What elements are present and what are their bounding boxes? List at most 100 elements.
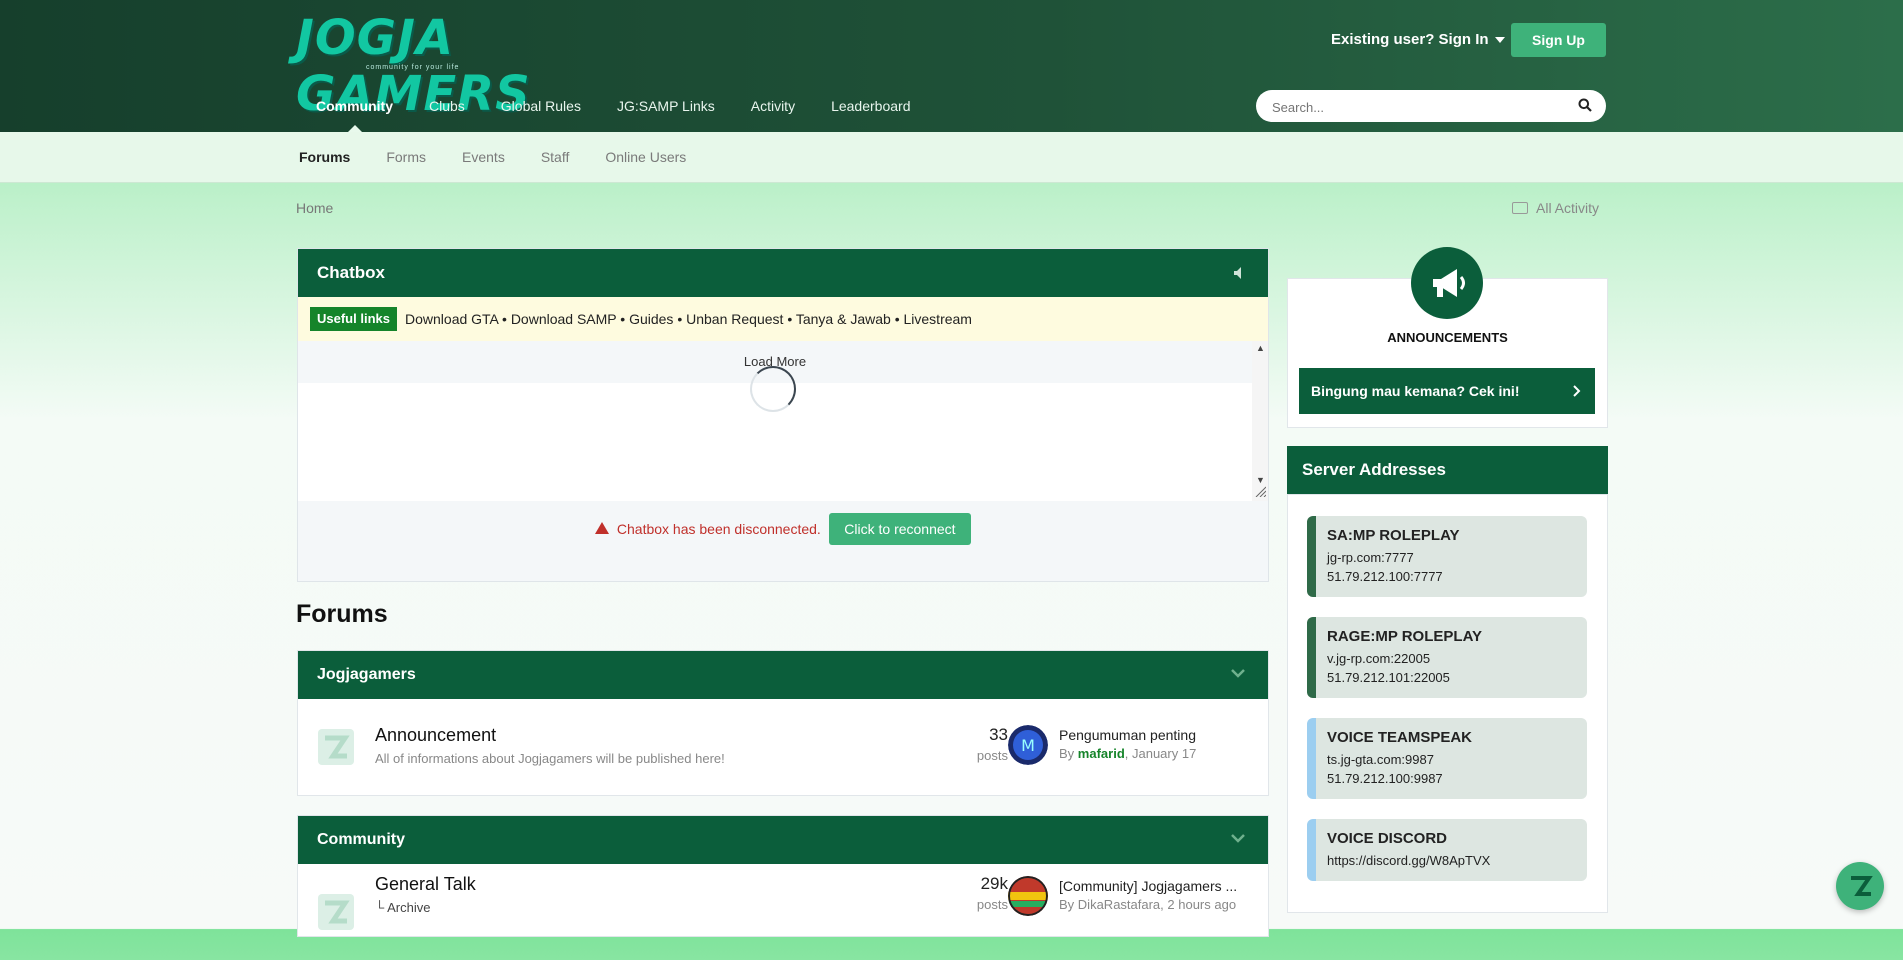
server-address: v.jg-rp.com:22005: [1327, 651, 1431, 666]
megaphone-icon: [1411, 247, 1483, 319]
last-post-date: , January 17: [1124, 746, 1197, 761]
category-title[interactable]: Jogjagamers: [317, 666, 416, 683]
server-ip: 51.79.212.100:9987: [1327, 771, 1443, 786]
post-count-value: 29k: [980, 874, 1008, 893]
chatbox-title: Chatbox: [317, 263, 385, 282]
subforum-branch-icon: └: [375, 900, 388, 915]
link-download-gta[interactable]: Download GTA: [405, 311, 498, 327]
activity-feed-icon: [1512, 202, 1528, 214]
subforum-label: Archive: [387, 900, 431, 915]
resize-handle-icon[interactable]: [1254, 485, 1266, 497]
server-address: jg-rp.com:7777: [1327, 550, 1414, 565]
chat-messages-area[interactable]: Load More: [298, 341, 1252, 501]
logo-tagline: community for your life: [366, 64, 460, 71]
category-header: Jogjagamers: [298, 651, 1268, 699]
reconnect-button[interactable]: Click to reconnect: [829, 513, 971, 545]
last-post-title[interactable]: [Community] Jogjagamers ...: [1059, 878, 1257, 894]
chat-scrollbar[interactable]: ▲ ▼: [1252, 341, 1268, 501]
subnav-events[interactable]: Events: [462, 132, 505, 182]
last-post-date: , 2 hours ago: [1160, 897, 1237, 912]
scroll-down-arrow-icon[interactable]: ▼: [1256, 475, 1265, 485]
server-name: VOICE TEAMSPEAK: [1327, 729, 1473, 746]
last-post-author[interactable]: mafarid: [1078, 746, 1125, 761]
search-input[interactable]: [1270, 90, 1564, 124]
search-icon[interactable]: [1578, 98, 1592, 112]
post-count-value: 33: [989, 725, 1008, 744]
chevron-down-icon[interactable]: [1230, 833, 1246, 843]
main-nav: Community Clubs Global Rules JG:SAMP Lin…: [298, 86, 928, 132]
nav-leaderboard[interactable]: Leaderboard: [813, 86, 928, 132]
link-guides[interactable]: Guides: [629, 311, 673, 327]
forum-title[interactable]: General Talk: [375, 874, 476, 895]
avatar[interactable]: M: [1008, 725, 1048, 765]
caret-down-icon: [1494, 37, 1505, 44]
subnav-staff[interactable]: Staff: [541, 132, 570, 182]
announcement-button[interactable]: Bingung mau kemana? Cek ini!: [1299, 368, 1595, 414]
megaphone-glyph: [1433, 269, 1465, 297]
server-addresses-header: Server Addresses: [1287, 446, 1608, 494]
speaker-mute-icon[interactable]: [1232, 266, 1246, 280]
floating-logo-button[interactable]: [1836, 862, 1884, 910]
chevron-down-icon[interactable]: [1230, 668, 1246, 678]
server-name: SA:MP ROLEPLAY: [1327, 527, 1460, 544]
nav-clubs[interactable]: Clubs: [411, 86, 483, 132]
last-post: Pengumuman penting By mafarid, January 1…: [1059, 727, 1257, 761]
chatbox-header: Chatbox: [298, 249, 1268, 297]
forum-description: All of informations about Jogjagamers wi…: [375, 751, 725, 766]
link-separator: •: [620, 311, 626, 327]
subforum-link[interactable]: └ Archive: [375, 900, 430, 915]
last-post-author[interactable]: DikaRastafara: [1078, 897, 1160, 912]
server-card-discord: VOICE DISCORD https://discord.gg/W8ApTVX: [1307, 819, 1587, 881]
forum-title[interactable]: Announcement: [375, 725, 496, 746]
last-post-title[interactable]: Pengumuman penting: [1059, 727, 1257, 743]
sign-in-label: Existing user? Sign In: [1331, 31, 1489, 48]
forum-row: General Talk └ Archive 29k posts [Commun…: [298, 864, 1268, 960]
site-logo[interactable]: JOGJA GAMERS community for your life: [296, 8, 558, 122]
search-box: [1256, 90, 1606, 124]
avatar[interactable]: [1008, 876, 1048, 916]
server-name: VOICE DISCORD: [1327, 830, 1448, 847]
link-separator: •: [894, 311, 900, 327]
by-label: By: [1059, 746, 1075, 761]
subnav-online-users[interactable]: Online Users: [605, 132, 686, 182]
link-separator: •: [677, 311, 683, 327]
server-ip: 51.79.212.101:22005: [1327, 670, 1450, 685]
announcements-title: ANNOUNCEMENTS: [1387, 330, 1508, 345]
disconnect-message: Chatbox has been disconnected.: [616, 521, 821, 537]
post-count: 29k posts: [938, 874, 1008, 912]
category-community: Community General Talk └ Archive 29k pos…: [297, 815, 1269, 937]
breadcrumb-home[interactable]: Home: [296, 200, 333, 216]
last-post: [Community] Jogjagamers ... By DikaRasta…: [1059, 878, 1257, 912]
nav-community[interactable]: Community: [298, 86, 411, 132]
nav-global-rules[interactable]: Global Rules: [483, 86, 599, 132]
disconnect-notice: Chatbox has been disconnected. Click to …: [298, 513, 1268, 545]
nav-activity[interactable]: Activity: [733, 86, 813, 132]
warning-icon: [595, 522, 610, 535]
useful-links-badge: Useful links: [310, 307, 397, 331]
link-separator: •: [787, 311, 793, 327]
forums-heading: Forums: [296, 600, 388, 628]
sign-in-link[interactable]: Existing user? Sign In: [1331, 31, 1505, 48]
link-download-samp[interactable]: Download SAMP: [511, 311, 617, 327]
category-title[interactable]: Community: [317, 831, 405, 848]
link-livestream[interactable]: Livestream: [904, 311, 972, 327]
discord-link[interactable]: https://discord.gg/W8ApTVX: [1327, 853, 1490, 868]
last-post-meta: By DikaRastafara, 2 hours ago: [1059, 897, 1257, 912]
server-name: RAGE:MP ROLEPLAY: [1327, 628, 1483, 645]
subnav-forums[interactable]: Forums: [299, 132, 350, 182]
scroll-up-arrow-icon[interactable]: ▲: [1256, 343, 1265, 353]
nav-jg-samp-links[interactable]: JG:SAMP Links: [599, 86, 733, 132]
server-ip: 51.79.212.100:7777: [1327, 569, 1443, 584]
post-count-label: posts: [976, 748, 1008, 763]
sign-up-button[interactable]: Sign Up: [1511, 23, 1606, 57]
server-address: ts.jg-gta.com:9987: [1327, 752, 1434, 767]
svg-text:M: M: [1021, 736, 1035, 755]
subnav-forms[interactable]: Forms: [386, 132, 426, 182]
link-tanya-jawab[interactable]: Tanya & Jawab: [796, 311, 891, 327]
link-separator: •: [502, 311, 507, 327]
post-count-label: posts: [976, 897, 1008, 912]
link-unban-request[interactable]: Unban Request: [686, 311, 783, 327]
server-card-ragemp: RAGE:MP ROLEPLAY v.jg-rp.com:22005 51.79…: [1307, 617, 1587, 698]
all-activity-link[interactable]: All Activity: [1512, 200, 1599, 216]
category-jogjagamers: Jogjagamers Announcement All of informat…: [297, 650, 1269, 796]
